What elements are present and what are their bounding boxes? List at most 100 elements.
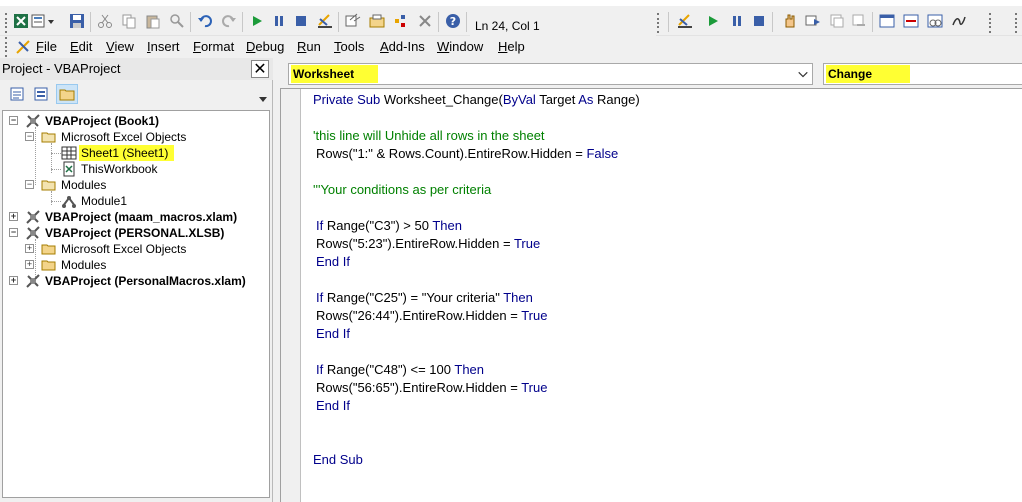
find-icon[interactable] bbox=[168, 12, 186, 30]
tree-connector bbox=[51, 153, 61, 154]
toolbar-grip[interactable] bbox=[2, 12, 10, 34]
menu-file[interactable]: File bbox=[36, 39, 57, 54]
folder-icon bbox=[41, 260, 56, 271]
toolbar-grip[interactable] bbox=[654, 12, 662, 34]
save-icon[interactable] bbox=[68, 12, 86, 30]
tree-item-module1[interactable]: Module1 bbox=[39, 193, 259, 209]
run-icon[interactable] bbox=[704, 12, 722, 30]
toolbar-grip[interactable] bbox=[1012, 12, 1020, 34]
menu-insert[interactable]: Insert bbox=[147, 39, 180, 54]
tree-item-modules[interactable]: − Modules bbox=[23, 177, 263, 193]
undo-icon[interactable] bbox=[196, 12, 214, 30]
redo-icon[interactable] bbox=[220, 12, 238, 30]
toolbar-separator bbox=[90, 12, 91, 32]
step-over-icon[interactable] bbox=[850, 12, 868, 30]
menu-tools[interactable]: Tools bbox=[334, 39, 364, 54]
menu-view[interactable]: View bbox=[106, 39, 134, 54]
expand-toggle-icon[interactable]: + bbox=[25, 244, 34, 253]
scroll-down-arrow-icon[interactable] bbox=[258, 90, 268, 108]
expand-toggle-icon[interactable]: + bbox=[25, 260, 34, 269]
menu-debug[interactable]: Debug bbox=[246, 39, 284, 54]
vba-project-icon bbox=[26, 226, 40, 240]
collapse-toggle-icon[interactable]: − bbox=[9, 228, 18, 237]
break-icon[interactable] bbox=[270, 12, 288, 30]
open-folder-icon bbox=[41, 180, 56, 191]
project-explorer-icon[interactable] bbox=[344, 12, 362, 30]
tree-item-excel-objects[interactable]: − Microsoft Excel Objects bbox=[23, 129, 263, 145]
menu-bar: File Edit View Insert Format Debug Run T… bbox=[0, 36, 1022, 58]
code-editor[interactable]: Private Sub Worksheet_Change(ByVal Targe… bbox=[280, 88, 1022, 502]
worksheet-icon bbox=[61, 146, 77, 160]
code-comment: '''Your conditions as per criteria bbox=[313, 182, 492, 197]
procedure-dropdown[interactable]: Change bbox=[823, 63, 1022, 85]
toolbar-separator bbox=[466, 12, 467, 32]
vba-project-icon bbox=[26, 114, 40, 128]
code-line: If Range("C48") <= 100 Then bbox=[316, 362, 485, 377]
tree-connector bbox=[51, 201, 61, 202]
toolbar-grip[interactable] bbox=[986, 12, 994, 34]
tree-item-personalmacros[interactable]: + VBAProject (PersonalMacros.xlam) bbox=[7, 273, 267, 289]
collapse-toggle-icon[interactable]: − bbox=[25, 180, 34, 189]
design-mode-icon[interactable] bbox=[676, 12, 694, 30]
paste-icon[interactable] bbox=[144, 12, 162, 30]
view-code-icon[interactable] bbox=[6, 84, 28, 104]
dropdown-arrow-icon[interactable] bbox=[46, 12, 56, 30]
tree-item-maam-macros[interactable]: + VBAProject (maam_macros.xlam) bbox=[7, 209, 267, 225]
tree-item-book1[interactable]: − VBAProject (Book1) bbox=[7, 113, 267, 129]
code-line: Rows("5:23").EntireRow.Hidden = True bbox=[316, 236, 541, 251]
reset-icon[interactable] bbox=[750, 12, 768, 30]
quick-info-icon[interactable] bbox=[950, 12, 968, 30]
tree-item-personal-excel-objects[interactable]: + Microsoft Excel Objects bbox=[23, 241, 263, 257]
toolbar-separator bbox=[190, 12, 191, 32]
collapse-toggle-icon[interactable]: − bbox=[9, 116, 18, 125]
call-stack-icon[interactable] bbox=[828, 12, 846, 30]
tree-item-personal[interactable]: − VBAProject (PERSONAL.XLSB) bbox=[7, 225, 267, 241]
close-icon[interactable]: ✕ bbox=[251, 60, 269, 78]
immediate-window-icon[interactable] bbox=[878, 12, 896, 30]
run-icon[interactable] bbox=[248, 12, 266, 30]
properties-window-icon[interactable] bbox=[368, 12, 386, 30]
tree-item-personal-modules[interactable]: + Modules bbox=[23, 257, 263, 273]
expand-toggle-icon[interactable]: + bbox=[9, 276, 18, 285]
quick-watch-icon[interactable] bbox=[804, 12, 822, 30]
menu-window[interactable]: Window bbox=[437, 39, 483, 54]
help-icon[interactable]: ? bbox=[444, 12, 462, 30]
toolbar-separator bbox=[242, 12, 243, 32]
watch-window-icon[interactable] bbox=[926, 12, 944, 30]
toolbar-separator bbox=[668, 12, 669, 32]
vba-icon[interactable] bbox=[14, 38, 32, 56]
code-line: Rows("56:65").EntireRow.Hidden = True bbox=[316, 380, 548, 395]
reset-icon[interactable] bbox=[292, 12, 310, 30]
toolbox-icon[interactable] bbox=[416, 12, 434, 30]
copy-icon[interactable] bbox=[120, 12, 138, 30]
menu-format[interactable]: Format bbox=[193, 39, 234, 54]
excel-icon[interactable] bbox=[12, 12, 30, 30]
cut-icon[interactable] bbox=[96, 12, 114, 30]
workbook-icon bbox=[63, 161, 75, 177]
chevron-down-icon[interactable] bbox=[796, 67, 810, 81]
break-icon[interactable] bbox=[728, 12, 746, 30]
menubar-grip[interactable] bbox=[2, 36, 10, 58]
design-mode-icon[interactable] bbox=[316, 12, 334, 30]
menu-edit[interactable]: Edit bbox=[70, 39, 92, 54]
collapse-toggle-icon[interactable]: − bbox=[25, 132, 34, 141]
menu-addins[interactable]: Add-Ins bbox=[380, 39, 425, 54]
toggle-folders-icon[interactable] bbox=[56, 84, 78, 104]
code-window: Worksheet Change Private Sub Worksheet_C… bbox=[278, 58, 1022, 502]
margin-indicator-bar[interactable] bbox=[281, 89, 301, 502]
project-explorer-panel: Project - VBAProject ✕ − VBAProject (Boo… bbox=[0, 58, 273, 502]
locals-window-icon[interactable] bbox=[902, 12, 920, 30]
expand-toggle-icon[interactable]: + bbox=[9, 212, 18, 221]
tree-item-thisworkbook[interactable]: ThisWorkbook bbox=[39, 161, 259, 177]
project-tree: − VBAProject (Book1) − Microsoft Excel O… bbox=[2, 110, 270, 498]
menu-help[interactable]: Help bbox=[498, 39, 525, 54]
view-object-icon[interactable] bbox=[30, 84, 52, 104]
menu-run[interactable]: Run bbox=[297, 39, 321, 54]
object-dropdown[interactable]: Worksheet bbox=[288, 63, 813, 85]
code-line: If Range("C25") = "Your criteria" Then bbox=[316, 290, 533, 305]
code-line: Rows("1:" & Rows.Count).EntireRow.Hidden… bbox=[316, 146, 619, 161]
tree-item-sheet1[interactable]: Sheet1 (Sheet1) bbox=[39, 145, 259, 161]
toggle-breakpoint-icon[interactable] bbox=[780, 12, 798, 30]
object-browser-icon[interactable] bbox=[392, 12, 410, 30]
project-explorer-toolbar bbox=[0, 80, 273, 108]
